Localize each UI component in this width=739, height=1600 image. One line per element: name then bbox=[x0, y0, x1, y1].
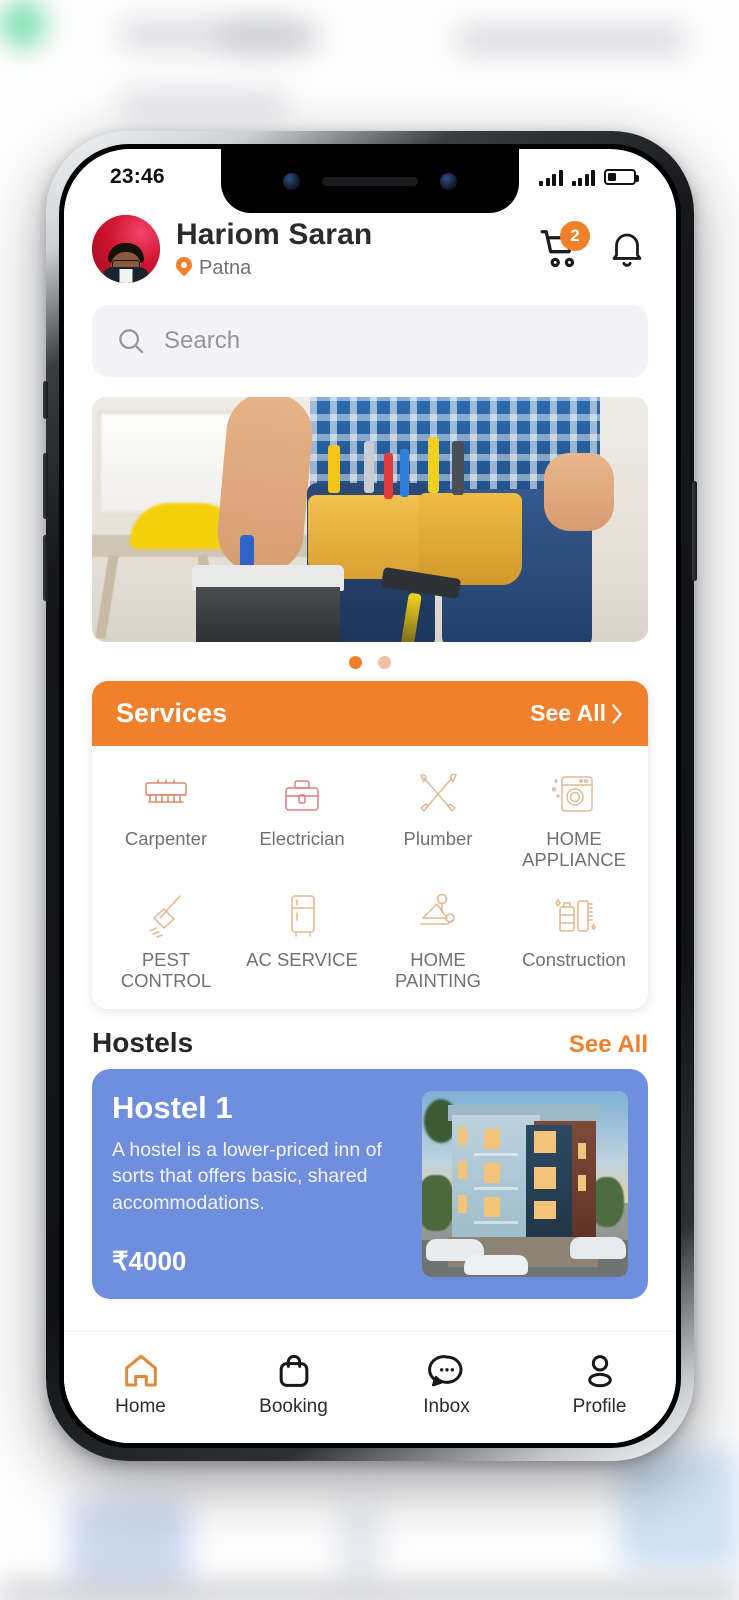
hostels-section-header: Hostels See All bbox=[64, 1009, 676, 1069]
services-card: Services See All Carpenter Electrician P… bbox=[92, 681, 648, 1010]
hostels-title: Hostels bbox=[92, 1027, 194, 1059]
service-item-home-appliance[interactable]: HOME APPLIANCE bbox=[506, 762, 642, 875]
nav-label-profile: Profile bbox=[572, 1396, 627, 1417]
service-label: Plumber bbox=[403, 828, 473, 849]
status-bar: 23:46 bbox=[64, 149, 676, 201]
promo-banner-image[interactable] bbox=[92, 397, 648, 642]
service-item-construction[interactable]: Construction bbox=[506, 883, 642, 996]
carousel-dot-active[interactable] bbox=[349, 656, 362, 669]
services-see-all-label: See All bbox=[530, 700, 606, 726]
construction-tools-icon bbox=[546, 887, 602, 943]
cart-badge: 2 bbox=[560, 221, 590, 251]
user-info: Hariom Saran Patna bbox=[176, 218, 522, 280]
app-header: Hariom Saran Patna 2 bbox=[64, 201, 676, 293]
service-item-home-painting[interactable]: HOME PAINTING bbox=[370, 883, 506, 996]
nav-label-home: Home bbox=[115, 1396, 166, 1417]
service-item-carpenter[interactable]: Carpenter bbox=[98, 762, 234, 875]
hostel-card[interactable]: Hostel 1 A hostel is a lower-priced inn … bbox=[92, 1069, 648, 1300]
carousel-dots[interactable] bbox=[64, 656, 676, 669]
cart-button[interactable]: 2 bbox=[538, 221, 590, 272]
backdrop-bottom-bar bbox=[0, 1586, 739, 1600]
broom-icon bbox=[138, 887, 194, 943]
service-item-pest-control[interactable]: PEST CONTROL bbox=[98, 883, 234, 996]
nav-label-booking: Booking bbox=[259, 1396, 328, 1417]
location-label: Patna bbox=[199, 256, 252, 279]
backdrop-blur-shape bbox=[218, 26, 318, 48]
phone-mockup-frame: 23:46 Hariom Saran Patna 2 Search Servic… bbox=[43, 131, 697, 1461]
status-bar-indicators bbox=[539, 169, 639, 186]
mute-switch[interactable] bbox=[43, 381, 48, 419]
backdrop-blur-shape bbox=[620, 1450, 739, 1570]
phone-screen: 23:46 Hariom Saran Patna 2 Search Servic… bbox=[64, 149, 676, 1443]
user-name: Hariom Saran bbox=[176, 218, 373, 252]
chat-icon bbox=[427, 1355, 462, 1387]
nav-label-inbox: Inbox bbox=[423, 1396, 470, 1417]
search-icon bbox=[119, 329, 144, 354]
phone-bezel: 23:46 Hariom Saran Patna 2 Search Servic… bbox=[59, 144, 681, 1448]
service-item-ac-service[interactable]: AC SERVICE bbox=[234, 883, 370, 996]
washing-machine-icon bbox=[546, 766, 602, 822]
service-label: Electrician bbox=[259, 828, 345, 849]
refrigerator-icon bbox=[277, 887, 327, 943]
avatar[interactable] bbox=[92, 215, 160, 283]
signal-strength-icon bbox=[539, 169, 563, 186]
service-label: AC SERVICE bbox=[246, 948, 358, 970]
home-icon bbox=[124, 1354, 157, 1387]
backdrop-green-blob bbox=[0, 0, 46, 48]
battery-icon bbox=[604, 169, 639, 185]
service-label: Construction bbox=[522, 948, 626, 970]
backdrop-blur-shape bbox=[340, 1505, 380, 1585]
services-grid: Carpenter Electrician Plumber HOME APPLI… bbox=[92, 746, 648, 1009]
status-bar-time: 23:46 bbox=[110, 165, 165, 188]
user-location[interactable]: Patna bbox=[176, 257, 522, 280]
nav-item-home[interactable]: Home bbox=[64, 1351, 217, 1418]
backdrop-blur-shape bbox=[118, 92, 288, 114]
hostels-see-all-button[interactable]: See All bbox=[569, 1031, 648, 1059]
volume-up-button[interactable] bbox=[43, 453, 48, 519]
service-label: Carpenter bbox=[124, 828, 208, 849]
backdrop-blur-shape bbox=[456, 28, 686, 52]
person-icon bbox=[587, 1355, 612, 1388]
header-actions: 2 bbox=[538, 221, 648, 272]
services-title: Services bbox=[116, 698, 228, 728]
search-bar[interactable]: Search bbox=[92, 305, 648, 377]
nav-item-booking[interactable]: Booking bbox=[217, 1351, 370, 1418]
backdrop-blur-shape bbox=[70, 1500, 190, 1590]
app-content: Hariom Saran Patna 2 Search Services See… bbox=[64, 201, 676, 1443]
service-label: HOME APPLIANCE bbox=[522, 828, 626, 871]
chevron-right-icon bbox=[612, 703, 622, 724]
service-label: PEST CONTROL bbox=[120, 948, 212, 991]
crossed-tools-icon bbox=[410, 766, 466, 822]
paint-roller-icon bbox=[409, 887, 467, 943]
service-item-plumber[interactable]: Plumber bbox=[370, 762, 506, 875]
hostel-card-text: Hostel 1 A hostel is a lower-priced inn … bbox=[112, 1090, 408, 1277]
nav-item-profile[interactable]: Profile bbox=[523, 1351, 676, 1418]
volume-down-button[interactable] bbox=[43, 535, 48, 601]
power-button[interactable] bbox=[692, 481, 697, 581]
bag-icon bbox=[279, 1354, 308, 1387]
nav-item-inbox[interactable]: Inbox bbox=[370, 1351, 523, 1418]
search-input[interactable]: Search bbox=[164, 327, 240, 355]
services-see-all-button[interactable]: See All bbox=[530, 700, 624, 727]
hostel-description: A hostel is a lower-priced inn of sorts … bbox=[112, 1139, 382, 1214]
saw-icon bbox=[136, 766, 196, 822]
service-item-electrician[interactable]: Electrician bbox=[234, 762, 370, 875]
bottom-navigation-bar: Home Booking Inbox Profile bbox=[64, 1331, 676, 1443]
service-label: HOME PAINTING bbox=[395, 948, 481, 991]
carousel-dot-inactive[interactable] bbox=[378, 656, 391, 669]
hostel-name: Hostel 1 bbox=[112, 1090, 233, 1126]
services-header: Services See All bbox=[92, 681, 648, 746]
signal-strength-icon-2 bbox=[571, 169, 595, 186]
map-pin-icon bbox=[176, 257, 192, 279]
toolbox-icon bbox=[275, 766, 329, 822]
hostel-building-image bbox=[422, 1091, 628, 1278]
bell-icon[interactable] bbox=[606, 226, 648, 272]
hostel-price: ₹4000 bbox=[112, 1246, 187, 1277]
